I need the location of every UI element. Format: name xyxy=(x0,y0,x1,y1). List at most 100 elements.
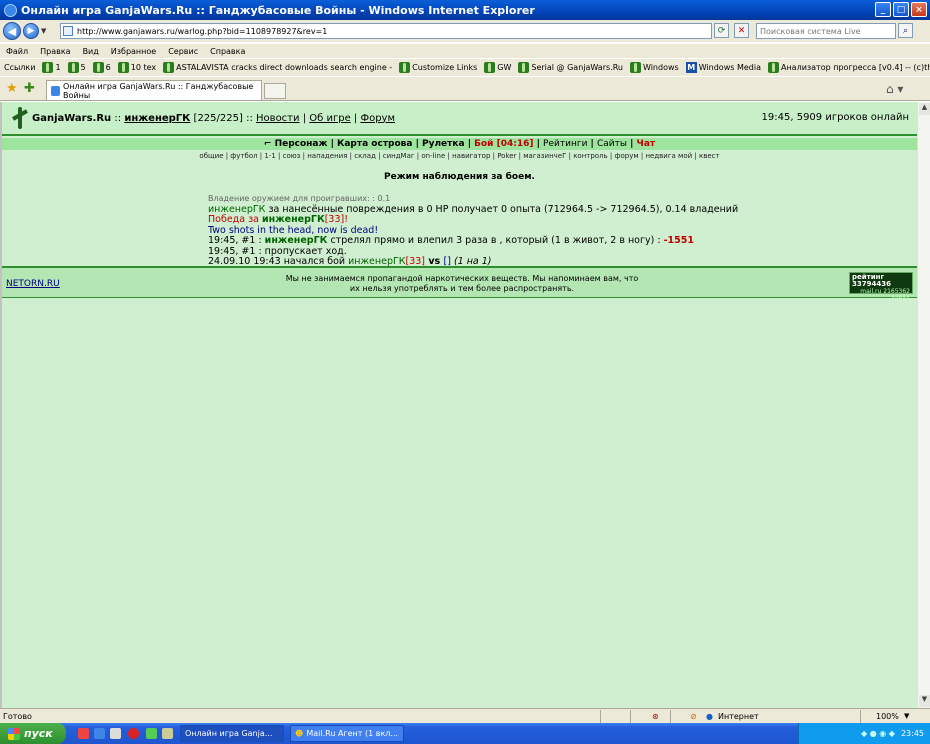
menu-edit[interactable]: Правка xyxy=(40,47,70,56)
scroll-down-icon[interactable]: ▼ xyxy=(919,695,930,707)
task-mailru-agent[interactable]: ☻ Mail.Ru Агент (1 вкл... xyxy=(290,725,404,742)
menu-favorites[interactable]: Избранное xyxy=(111,47,156,56)
quicklaunch-opera-icon[interactable] xyxy=(128,728,139,739)
subnav-item[interactable]: недвига мой xyxy=(645,152,692,160)
zoom-level[interactable]: 100% xyxy=(876,712,899,721)
stop-button[interactable]: ✕ xyxy=(734,23,749,38)
footer-message: Мы не занимаемся пропагандой наркотическ… xyxy=(285,274,639,293)
leaf-icon xyxy=(163,62,175,73)
protected-mode-icon[interactable]: ⊘ xyxy=(690,712,697,721)
minimize-button[interactable]: _ xyxy=(875,2,891,17)
page-content: GanjaWars.Ru :: инженерГК [225/225] :: Н… xyxy=(0,102,917,708)
page-footer: NETORN.RU Мы не занимаемся пропагандой н… xyxy=(2,266,917,302)
leaf-icon xyxy=(767,62,779,73)
close-button[interactable]: × xyxy=(911,2,927,17)
online-status: 19:45, 5909 игроков онлайн xyxy=(761,112,909,123)
task-ie[interactable]: Онлайн игра Ganja... xyxy=(180,725,284,742)
link-item[interactable]: M Windows Media xyxy=(685,62,761,73)
link-item[interactable]: Serial @ GanjaWars.Ru xyxy=(518,62,623,73)
subnav-item[interactable]: форум xyxy=(615,152,639,160)
home-icon[interactable]: ⌂ ▾ xyxy=(886,82,903,96)
start-button[interactable]: пуск xyxy=(0,723,66,744)
link-item[interactable]: 10 tex xyxy=(117,62,156,73)
log-user[interactable]: инженерГК xyxy=(265,235,328,246)
link-item[interactable]: Анализатор прогресса [v0.4] -- (c)thegr0… xyxy=(767,62,930,73)
nav-chat[interactable]: Чат xyxy=(637,139,656,149)
scroll-up-icon[interactable]: ▲ xyxy=(919,103,930,115)
subnav-item[interactable]: нападения xyxy=(307,152,347,160)
subnav-item[interactable]: синдМаг xyxy=(383,152,415,160)
link-item[interactable]: 5 xyxy=(67,62,86,73)
forward-button[interactable]: ▶ xyxy=(23,23,39,39)
log-user[interactable]: инженерГК xyxy=(262,214,325,225)
subnav-item[interactable]: союз xyxy=(283,152,301,160)
subnav-item[interactable]: Poker xyxy=(497,152,516,160)
site-header: GanjaWars.Ru :: инженерГК [225/225] :: Н… xyxy=(2,102,917,136)
window-titlebar[interactable]: Онлайн игра GanjaWars.Ru :: Ганджубасовы… xyxy=(0,0,930,20)
nav-personage[interactable]: Персонаж xyxy=(275,139,328,149)
nav-battle[interactable]: Бой [04:16] xyxy=(474,139,533,149)
subnav-item[interactable]: склад xyxy=(354,152,376,160)
menu-view[interactable]: Вид xyxy=(83,47,99,56)
forum-link[interactable]: Форум xyxy=(360,113,395,124)
quicklaunch-ie-icon[interactable] xyxy=(94,728,105,739)
refresh-button[interactable]: ⟳ xyxy=(714,23,729,38)
status-bar: Готово ⊛ ⊘ ● Интернет 100% ▼ xyxy=(0,708,930,723)
search-icon[interactable]: ⌕ xyxy=(898,23,913,38)
ie-icon xyxy=(4,3,17,17)
tab-ganjawars[interactable]: Онлайн игра GanjaWars.Ru :: Ганджубасовы… xyxy=(46,80,262,100)
user-hp: [225/225] xyxy=(193,112,243,124)
link-item[interactable]: ASTALAVISTA cracks direct downloads sear… xyxy=(163,62,392,73)
quicklaunch-icon[interactable] xyxy=(162,728,173,739)
favorites-star-icon[interactable]: ★ xyxy=(6,81,18,96)
link-item[interactable]: GW xyxy=(484,62,511,73)
quicklaunch-icon[interactable] xyxy=(110,728,121,739)
link-item[interactable]: Windows xyxy=(629,62,679,73)
nav-ratings[interactable]: Рейтинги xyxy=(543,139,587,149)
rifle-icon: ⌐ xyxy=(263,139,272,149)
link-item[interactable]: Customize Links xyxy=(399,62,477,73)
nav-sites[interactable]: Сайты xyxy=(597,139,627,149)
quicklaunch-icon[interactable] xyxy=(78,728,89,739)
subnav-item[interactable]: навигатор xyxy=(452,152,490,160)
about-link[interactable]: Об игре xyxy=(309,113,350,124)
nav-island[interactable]: Карта острова xyxy=(337,139,412,149)
mailru-agent-icon: ☻ xyxy=(295,729,304,738)
link-item[interactable]: 1 xyxy=(42,62,61,73)
subnav-item[interactable]: магазинчеГ xyxy=(523,152,566,160)
subnav-item[interactable]: on-line xyxy=(421,152,445,160)
subnav-item[interactable]: контроль xyxy=(573,152,608,160)
add-favorites-icon[interactable]: ✚ xyxy=(24,81,35,96)
link-item[interactable]: 6 xyxy=(92,62,111,73)
back-button[interactable]: ◀ xyxy=(3,22,21,40)
subnav-item[interactable]: квест xyxy=(699,152,720,160)
clock[interactable]: 23:45 xyxy=(901,729,924,738)
news-link[interactable]: Новости xyxy=(256,113,299,124)
maximize-button[interactable]: □ xyxy=(893,2,909,17)
site-name: GanjaWars.Ru xyxy=(32,112,112,124)
new-tab-button[interactable] xyxy=(264,83,286,99)
log-user[interactable]: инженерГК xyxy=(208,204,265,215)
address-url: http://www.ganjawars.ru/warlog.php?bid=1… xyxy=(77,26,328,36)
search-input[interactable]: Поисковая система Live xyxy=(756,23,896,39)
subnav-item[interactable]: общие xyxy=(199,152,223,160)
menu-tools[interactable]: Сервис xyxy=(168,47,198,56)
quicklaunch-icon[interactable] xyxy=(146,728,157,739)
mailru-counter[interactable]: рейтинг 33794436 mail.ru 2165362 34654 xyxy=(849,272,913,302)
nav-roulette[interactable]: Рулетка xyxy=(422,139,465,149)
tray-icons[interactable]: ◆ ● ◉ ◆ xyxy=(861,729,895,738)
history-dropdown-icon[interactable]: ▼ xyxy=(41,27,46,35)
user-link[interactable]: инженерГК xyxy=(124,113,190,124)
privacy-icon[interactable]: ⊛ xyxy=(652,712,659,721)
vertical-scrollbar[interactable]: ▲ ▼ xyxy=(917,102,930,708)
zoom-dropdown-icon[interactable]: ▼ xyxy=(904,712,909,720)
menu-file[interactable]: Файл xyxy=(6,47,28,56)
globe-icon: ● xyxy=(706,711,713,721)
address-bar[interactable]: http://www.ganjawars.ru/warlog.php?bid=1… xyxy=(60,23,712,39)
leaf-icon xyxy=(42,62,54,73)
subnav-item[interactable]: 1-1 xyxy=(264,152,275,160)
netorn-link[interactable]: NETORN.RU xyxy=(6,279,60,289)
subnav-item[interactable]: футбол xyxy=(230,152,257,160)
menu-help[interactable]: Справка xyxy=(210,47,245,56)
status-text: Готово xyxy=(3,711,32,721)
